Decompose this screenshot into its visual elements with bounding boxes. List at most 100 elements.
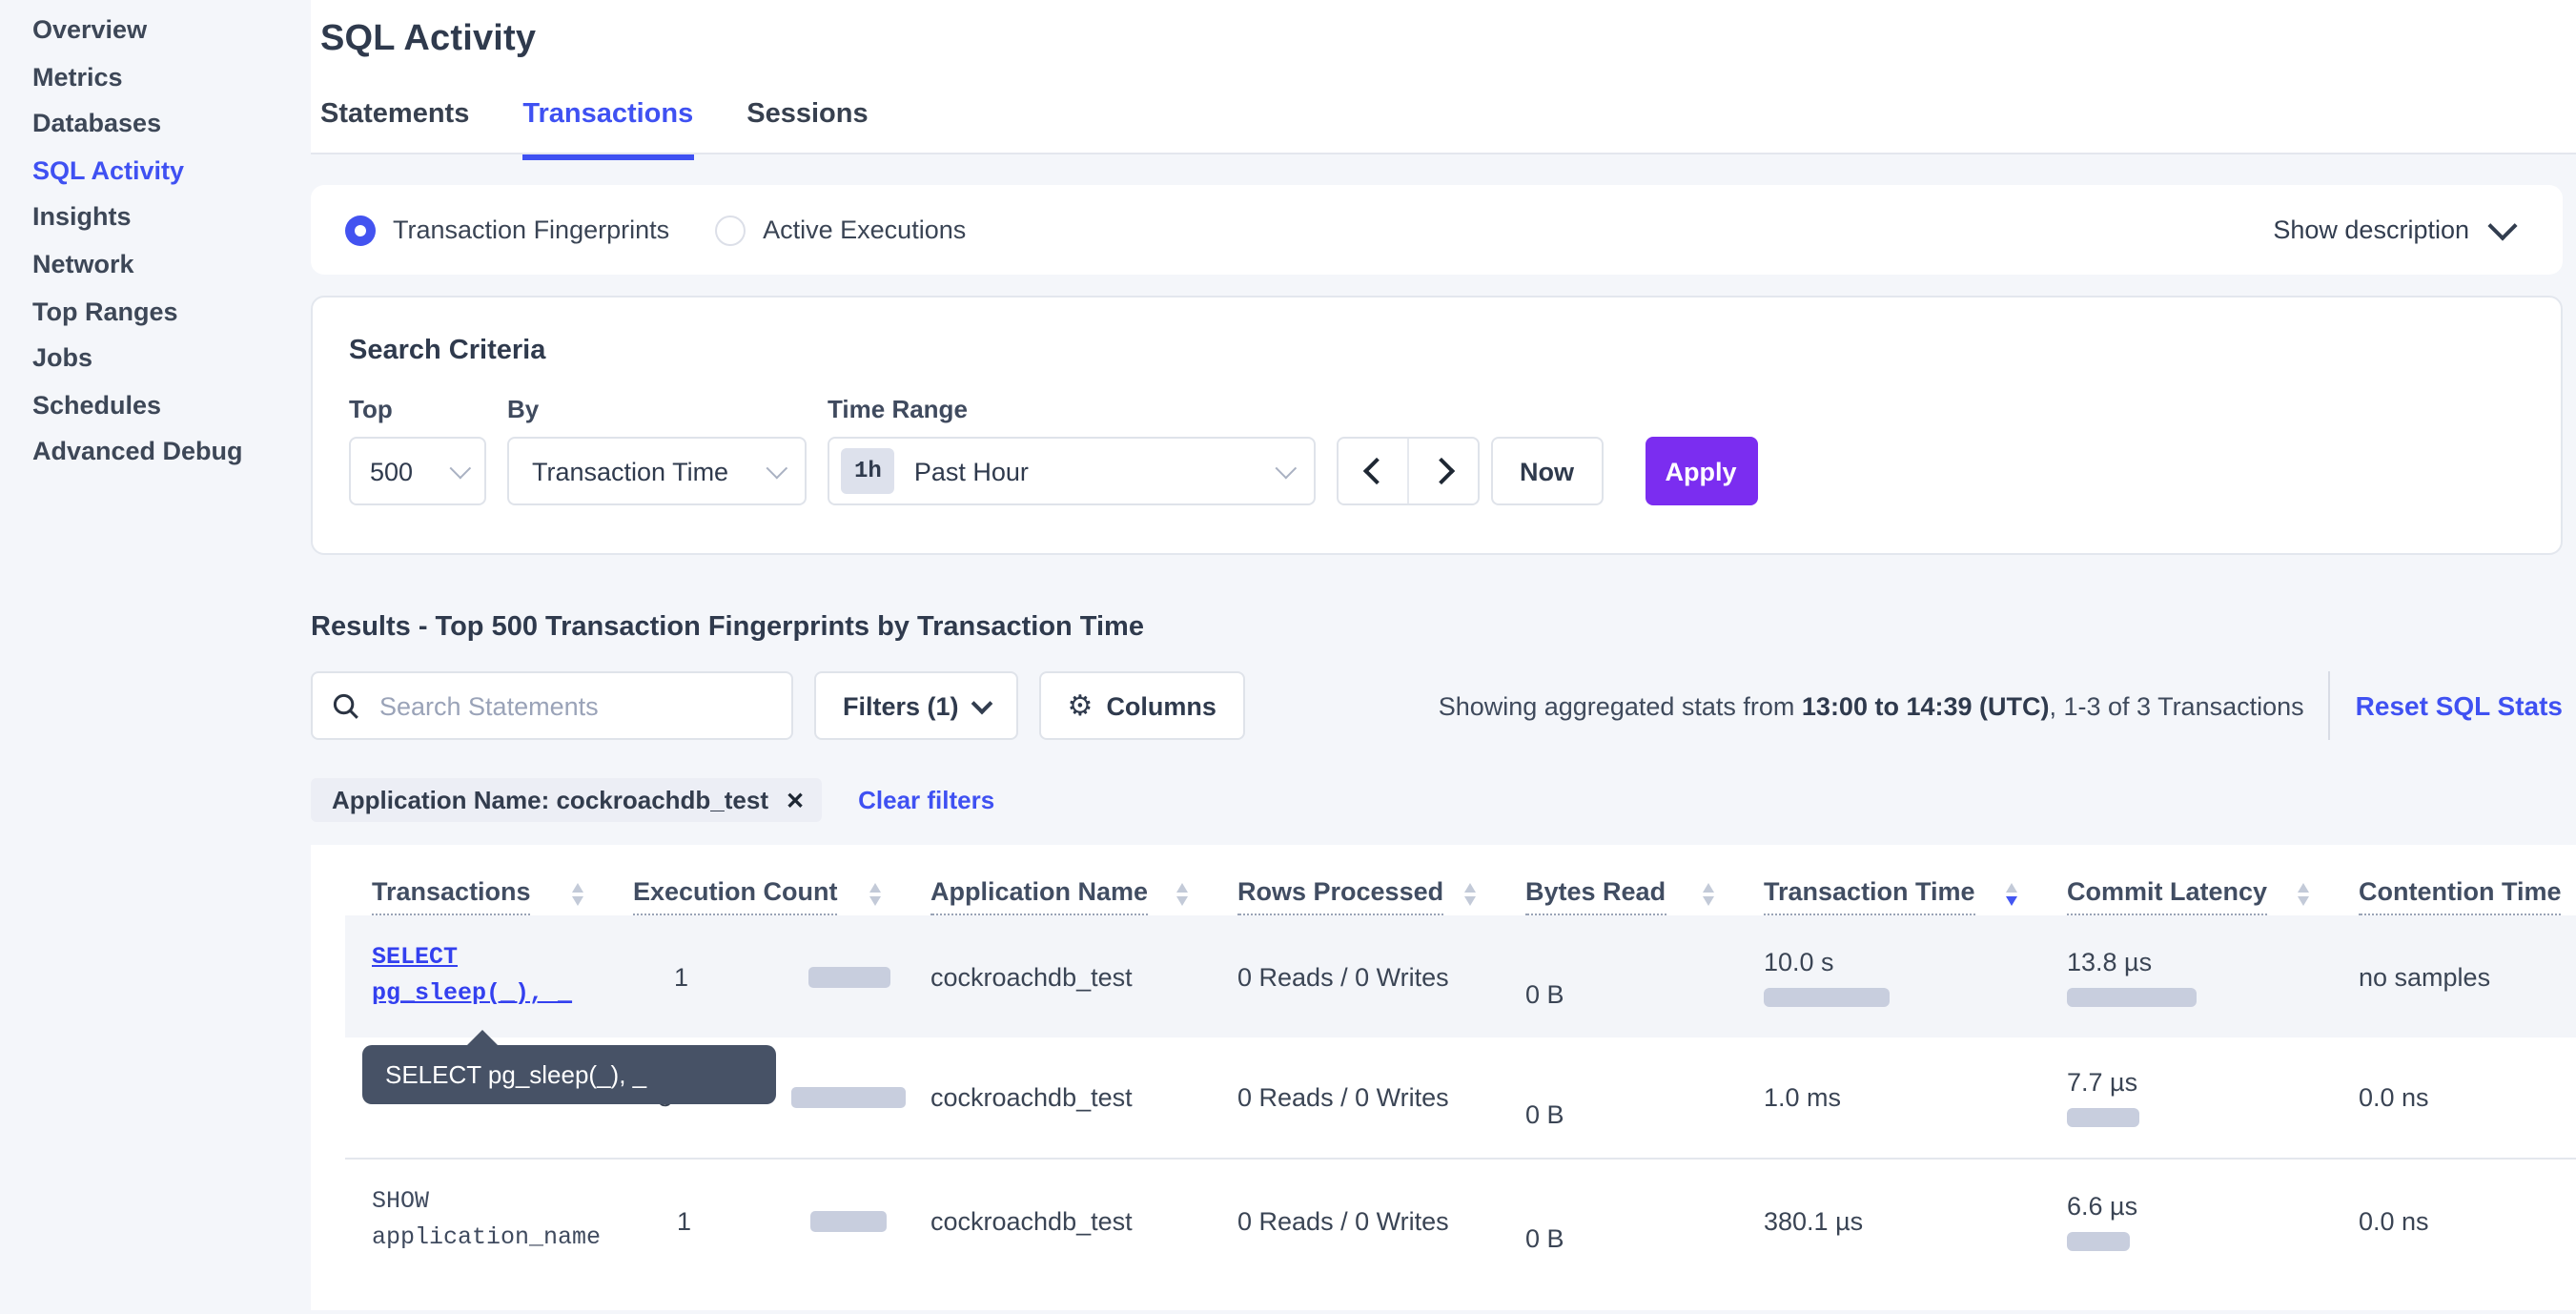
time-range-value: Past Hour (914, 457, 1029, 485)
column-header-bytes-read[interactable]: Bytes Read (1525, 877, 1764, 915)
column-header-contention-time[interactable]: Contention Time (2359, 877, 2576, 915)
columns-button[interactable]: ⚙ Columns (1039, 671, 1245, 740)
page-title: SQL Activity (311, 0, 2576, 61)
filters-button[interactable]: Filters (1) (814, 671, 1018, 740)
show-description-label: Show description (2273, 216, 2469, 244)
chevron-down-icon (1276, 458, 1298, 480)
radio-transaction-fingerprints[interactable]: Transaction Fingerprints (345, 215, 669, 245)
sidebar-item-schedules[interactable]: Schedules (0, 383, 311, 430)
column-header-transactions[interactable]: Transactions (345, 877, 633, 915)
chevron-right-icon (1427, 458, 1454, 484)
gear-icon: ⚙ (1068, 688, 1094, 723)
sidebar-item-overview[interactable]: Overview (0, 8, 311, 54)
results-heading: Results - Top 500 Transaction Fingerprin… (311, 612, 2576, 643)
execution-count-bar (791, 1087, 906, 1108)
radio-active-executions[interactable]: Active Executions (715, 215, 966, 245)
table-header-row: Transactions Execution Count Application… (345, 845, 2576, 915)
results-toolbar: Filters (1) ⚙ Columns Showing aggregated… (311, 671, 2563, 740)
search-criteria-card: Search Criteria Top 500 By Transaction T… (311, 296, 2563, 555)
now-button[interactable]: Now (1491, 437, 1603, 505)
sidebar-item-network[interactable]: Network (0, 242, 311, 289)
rows-processed-cell: 0 Reads / 0 Writes (1237, 962, 1525, 991)
sort-arrows-icon (1176, 883, 1188, 906)
top-label: Top (349, 395, 486, 423)
chevron-left-icon (1362, 458, 1389, 484)
top-select-value: 500 (370, 457, 413, 485)
sidebar-item-top-ranges[interactable]: Top Ranges (0, 289, 311, 336)
show-description-toggle[interactable]: Show description (2273, 216, 2513, 244)
clear-filters-link[interactable]: Clear filters (858, 786, 994, 814)
by-select-value: Transaction Time (532, 457, 728, 485)
by-label: By (507, 395, 807, 423)
tab-bar: Statements Transactions Sessions (320, 99, 2576, 160)
time-range-badge: 1h (841, 448, 895, 494)
application-name-cell: cockroachdb_test (930, 962, 1237, 991)
contention-time-cell: no samples (2359, 962, 2576, 991)
radio-unselected-icon (715, 215, 746, 245)
tab-statements[interactable]: Statements (320, 99, 469, 160)
radio-label: Active Executions (763, 216, 966, 244)
apply-button[interactable]: Apply (1645, 437, 1757, 505)
aggregated-stats-text: Showing aggregated stats from 13:00 to 1… (1439, 691, 2304, 720)
execution-count-bar (808, 966, 889, 987)
fingerprint-tooltip: SELECT pg_sleep(_), _ (362, 1045, 776, 1104)
sidebar-item-insights[interactable]: Insights (0, 195, 311, 242)
page-header: SQL Activity Statements Transactions Ses… (311, 0, 2576, 154)
close-icon[interactable]: ✕ (786, 787, 805, 813)
commit-latency-cell: 13.8 µs (2067, 947, 2359, 1006)
application-name-cell: cockroachdb_test (930, 1206, 1237, 1235)
tab-transactions[interactable]: Transactions (522, 99, 693, 160)
sidebar-item-sql-activity[interactable]: SQL Activity (0, 149, 311, 195)
view-toggle-bar: Transaction Fingerprints Active Executio… (311, 185, 2563, 275)
search-statements-input[interactable] (376, 689, 765, 722)
toolbar-divider (2329, 671, 2331, 740)
time-window-arrows (1337, 437, 1480, 505)
commit-latency-cell: 6.6 µs (2067, 1191, 2359, 1250)
sort-arrows-icon (572, 883, 583, 906)
column-header-commit-latency[interactable]: Commit Latency (2067, 877, 2359, 915)
column-header-transaction-time[interactable]: Transaction Time (1764, 877, 2067, 915)
transaction-fingerprint-link[interactable]: SELECTpg_sleep(_), _ (372, 940, 633, 1013)
transaction-time-cell: 380.1 µs (1764, 1206, 2067, 1235)
search-statements-box (311, 671, 793, 740)
commit-latency-bar (2067, 1231, 2130, 1250)
sidebar-item-databases[interactable]: Databases (0, 101, 311, 148)
table-row: SELECTpg_sleep(_), _ 1 cockroachdb_test … (345, 915, 2576, 1037)
transactions-table: Transactions Execution Count Application… (311, 845, 2576, 1310)
filter-chip-label: Application Name: cockroachdb_test (332, 786, 768, 814)
sort-arrows-active-icon (2006, 883, 2017, 906)
execution-count-cell: 1 (633, 962, 930, 991)
search-criteria-heading: Search Criteria (349, 336, 2561, 366)
sidebar-item-advanced-debug[interactable]: Advanced Debug (0, 430, 311, 477)
columns-button-label: Columns (1106, 691, 1216, 720)
reset-sql-stats-link[interactable]: Reset SQL Stats (2356, 690, 2563, 721)
time-range-select[interactable]: 1h Past Hour (828, 437, 1316, 505)
tab-sessions[interactable]: Sessions (746, 99, 868, 160)
commit-latency-bar (2067, 987, 2197, 1006)
column-header-application-name[interactable]: Application Name (930, 877, 1237, 915)
column-header-rows-processed[interactable]: Rows Processed (1237, 877, 1525, 915)
bytes-read-cell: 0 B (1525, 945, 1764, 1008)
sidebar: Overview Metrics Databases SQL Activity … (0, 0, 311, 1314)
sort-arrows-icon (2298, 883, 2309, 906)
search-criteria-controls: Top 500 By Transaction Time Time Range (349, 395, 2561, 505)
commit-latency-cell: 7.7 µs (2067, 1068, 2359, 1127)
commit-latency-bar (2067, 1108, 2139, 1127)
by-select[interactable]: Transaction Time (507, 437, 807, 505)
sidebar-item-metrics[interactable]: Metrics (0, 54, 311, 101)
sort-arrows-icon (1703, 883, 1714, 906)
chevron-down-icon (971, 692, 992, 714)
sidebar-item-jobs[interactable]: Jobs (0, 336, 311, 382)
column-header-execution-count[interactable]: Execution Count (633, 877, 930, 915)
next-time-window-button[interactable] (1407, 439, 1478, 503)
transaction-fingerprint-cell: SHOWapplication_name (345, 1184, 633, 1257)
bytes-read-cell: 0 B (1525, 1066, 1764, 1129)
active-filters-row: Application Name: cockroachdb_test ✕ Cle… (311, 778, 2576, 822)
top-select[interactable]: 500 (349, 437, 486, 505)
sort-arrows-icon (1464, 883, 1476, 906)
sort-arrows-icon (869, 883, 881, 906)
contention-time-cell: 0.0 ns (2359, 1083, 2576, 1112)
search-icon (332, 691, 360, 720)
previous-time-window-button[interactable] (1339, 439, 1407, 503)
radio-selected-icon (345, 215, 376, 245)
